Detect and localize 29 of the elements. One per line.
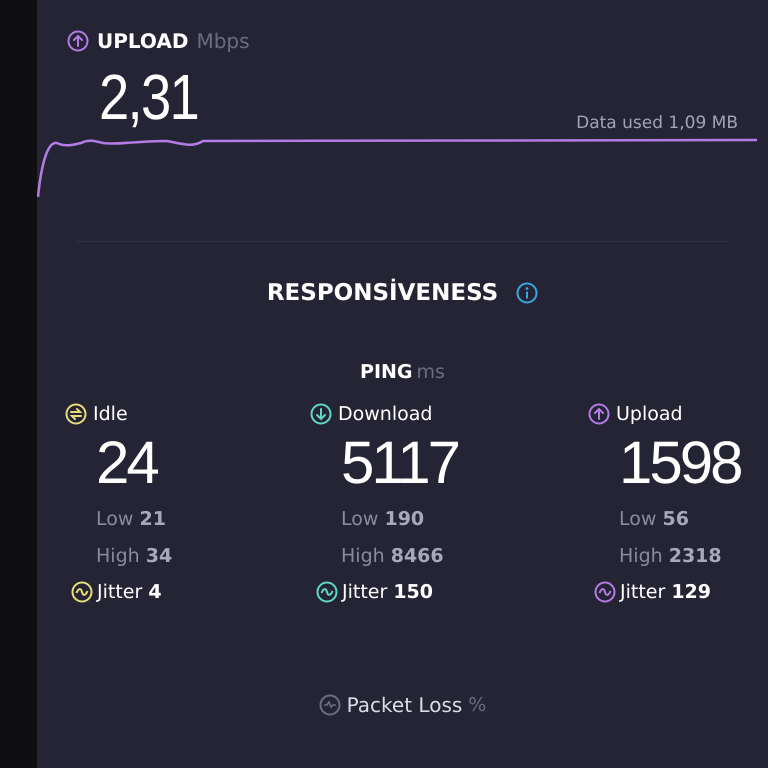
ping-unit: ms [416,361,445,383]
ping-type-label: Download [338,403,432,425]
jitter-stat: Jitter 129 [620,581,711,603]
high-stat: High 34 [96,544,174,569]
section-title: RESPONSİVENESS [266,280,498,306]
packet-loss-label: Packet Loss [346,693,462,717]
packet-loss-unit: % [468,694,486,716]
upload-unit: Mbps [196,29,250,53]
jitter-wave-icon [71,581,93,603]
ping-value: 5117 [341,428,460,498]
ping-value: 1598 [619,428,740,498]
low-stat: Low 56 [619,507,690,532]
low-stat: Low 190 [341,507,426,532]
high-stat: High 2318 [619,544,723,569]
low-stat: Low 21 [96,507,167,532]
info-icon[interactable] [516,282,538,304]
ping-type-label: Idle [93,403,128,425]
upload-label: UPLOAD [97,29,188,53]
upload-speed: 2,31 [99,65,198,129]
jitter-wave-icon [594,581,616,603]
data-used: Data used 1,09 MB [576,113,738,133]
ping-label: PING [360,361,413,383]
high-stat: High 8466 [341,544,445,569]
packet-loss-icon [318,694,341,716]
ping-value: 24 [96,428,158,498]
jitter-stat: Jitter 4 [97,581,162,603]
jitter-wave-icon [316,581,338,603]
ping-type-label: Upload [616,403,683,425]
jitter-stat: Jitter 150 [342,581,433,603]
